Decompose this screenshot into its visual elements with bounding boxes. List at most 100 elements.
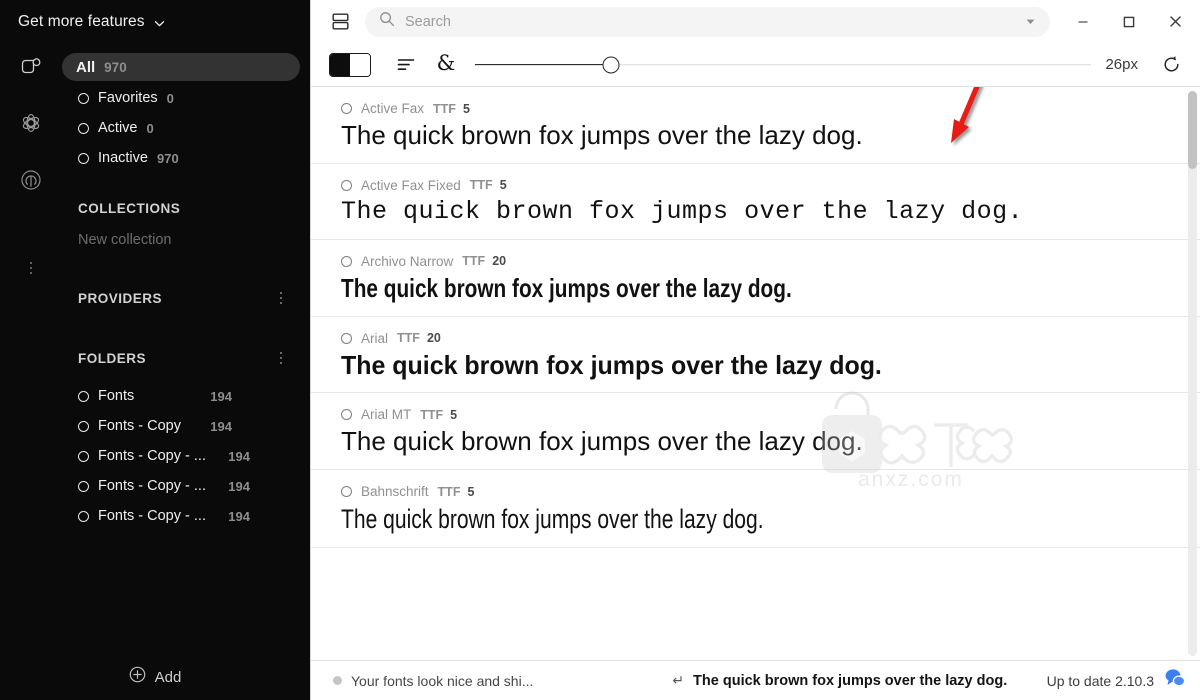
new-collection-button[interactable]: New collection — [62, 225, 310, 255]
folder-item-label: Fonts - Copy - ... — [98, 478, 206, 494]
font-list-item[interactable]: Arial TTF 20 The quick brown fox jumps o… — [311, 316, 1200, 394]
status-message[interactable]: Your fonts look nice and shi... — [333, 673, 633, 689]
chat-bubbles-icon[interactable] — [1164, 668, 1186, 693]
circle-icon[interactable] — [341, 332, 352, 344]
font-format: TTF — [433, 101, 456, 116]
vertical-scrollbar[interactable] — [1188, 91, 1197, 656]
scrollbar-thumb[interactable] — [1188, 91, 1197, 169]
sidebar-item-favorites-label: Favorites — [98, 90, 158, 106]
preview-text-field[interactable]: ↵ The quick brown fox jumps over the laz… — [643, 672, 1037, 689]
font-list: Active Fax TTF 5 The quick brown fox jum… — [311, 87, 1200, 660]
folder-item-count: 194 — [228, 478, 250, 494]
update-status-text: Up to date 2.10.3 — [1046, 672, 1154, 689]
circle-icon — [78, 152, 89, 164]
main-panel: & 26px Active Fax — [310, 0, 1200, 700]
collections-section-header: COLLECTIONS — [62, 193, 310, 223]
panel-layout-icon[interactable] — [323, 7, 357, 37]
window-controls — [1060, 2, 1198, 42]
providers-menu-button[interactable] — [274, 290, 288, 306]
font-name: Archivo Narrow — [361, 253, 454, 269]
font-format: TTF — [420, 407, 444, 422]
status-message-text: Your fonts look nice and shi... — [351, 672, 534, 689]
folder-item[interactable]: Fonts - Copy 194 — [62, 411, 310, 441]
providers-section-header: PROVIDERS — [62, 283, 310, 313]
font-meta: Active Fax TTF 5 — [341, 101, 1200, 116]
folder-item-label: Fonts - Copy - ... — [98, 448, 206, 464]
broadcast-icon[interactable] — [0, 152, 62, 208]
folder-item[interactable]: Fonts - Copy - ... 194 — [62, 441, 310, 471]
add-button[interactable]: Add — [0, 654, 310, 700]
app-window: Get more features All 970 Favorites 0 Ac… — [0, 0, 1200, 700]
font-list-item[interactable]: Active Fax Fixed TTF 5 The quick brown f… — [311, 163, 1200, 240]
sidebar-item-all-count: 970 — [104, 59, 127, 75]
reset-icon[interactable] — [1156, 50, 1186, 80]
circle-icon[interactable] — [341, 179, 352, 191]
plus-circle-icon — [129, 666, 146, 688]
circle-icon — [78, 420, 89, 432]
search-icon — [379, 11, 395, 32]
font-format: TTF — [462, 254, 486, 269]
sidebar-item-all[interactable]: All 970 — [62, 53, 300, 81]
slider-fill — [475, 63, 611, 66]
font-list-item[interactable]: Archivo Narrow TTF 20 The quick brown fo… — [311, 239, 1200, 317]
ampersand-icon[interactable]: & — [429, 50, 463, 80]
slider-thumb[interactable] — [602, 56, 620, 73]
folder-item-label: Fonts — [98, 388, 135, 404]
font-name: Arial — [361, 330, 389, 346]
contrast-light-half — [350, 53, 370, 76]
font-sample-text: The quick brown fox jumps over the lazy … — [341, 504, 764, 535]
sidebar-item-inactive-label: Inactive — [98, 150, 148, 166]
library-icon[interactable] — [0, 44, 62, 94]
sidebar-item-favorites-count: 0 — [166, 90, 174, 106]
collections-title: COLLECTIONS — [78, 200, 181, 216]
folder-item-count: 194 — [228, 508, 250, 524]
font-name: Bahnschrift — [361, 484, 429, 500]
search-bar[interactable] — [365, 6, 1050, 37]
circle-icon[interactable] — [341, 103, 352, 114]
sidebar-nav: All 970 Favorites 0 Active 0 Inactive 97… — [62, 44, 310, 531]
font-name: Arial MT — [361, 407, 412, 423]
circle-icon[interactable] — [341, 486, 352, 498]
sidebar-item-inactive[interactable]: Inactive 970 — [62, 143, 310, 173]
font-format: TTF — [469, 178, 493, 193]
circle-icon[interactable] — [341, 409, 352, 421]
close-icon[interactable] — [1152, 2, 1198, 42]
font-count: 5 — [450, 407, 458, 422]
font-size-slider[interactable] — [475, 50, 1092, 80]
font-list-item[interactable]: Bahnschrift TTF 5 The quick brown fox ju… — [311, 470, 1200, 549]
titlebar — [311, 0, 1200, 43]
toolbar: & 26px — [311, 43, 1200, 87]
collections-rail-menu-button[interactable] — [24, 260, 38, 276]
circle-icon — [78, 122, 89, 134]
minimize-icon[interactable] — [1060, 2, 1106, 42]
font-meta: Archivo Narrow TTF 20 — [341, 254, 1200, 269]
maximize-icon[interactable] — [1106, 2, 1152, 42]
font-sample-text: The quick brown fox jumps over the lazy … — [341, 349, 882, 380]
folder-item[interactable]: Fonts - Copy - ... 194 — [62, 501, 310, 531]
sidebar-item-active[interactable]: Active 0 — [62, 113, 310, 143]
search-input[interactable] — [405, 13, 1020, 30]
search-chevron-down-icon[interactable] — [1020, 12, 1040, 32]
folder-item[interactable]: Fonts - Copy - ... 194 — [62, 471, 310, 501]
sidebar-item-all-label: All — [76, 58, 96, 76]
get-more-features-button[interactable]: Get more features — [0, 0, 310, 44]
folder-item[interactable]: Fonts 194 — [62, 381, 310, 411]
font-sample-text: The quick brown fox jumps over the lazy … — [341, 120, 863, 150]
contrast-dark-half — [330, 53, 350, 76]
contrast-toggle-icon[interactable] — [329, 52, 371, 77]
font-count: 5 — [462, 101, 470, 116]
sidebar-item-favorites[interactable]: Favorites 0 — [62, 83, 310, 113]
atom-icon[interactable] — [0, 94, 62, 152]
folder-item-count: 194 — [210, 388, 232, 404]
font-meta: Bahnschrift TTF 5 — [341, 484, 1200, 499]
folders-menu-button[interactable] — [274, 350, 288, 366]
providers-title: PROVIDERS — [78, 290, 163, 306]
circle-icon[interactable] — [341, 255, 352, 267]
font-meta: Arial MT TTF 5 — [341, 407, 1200, 422]
sidebar-item-inactive-count: 970 — [156, 150, 179, 166]
text-align-icon[interactable] — [389, 50, 423, 80]
font-list-item[interactable]: Active Fax TTF 5 The quick brown fox jum… — [311, 87, 1200, 164]
font-list-item[interactable]: Arial MT TTF 5 The quick brown fox jumps… — [311, 393, 1200, 471]
update-status[interactable]: Up to date 2.10.3 — [1047, 668, 1186, 693]
folder-item-count: 194 — [228, 448, 250, 464]
